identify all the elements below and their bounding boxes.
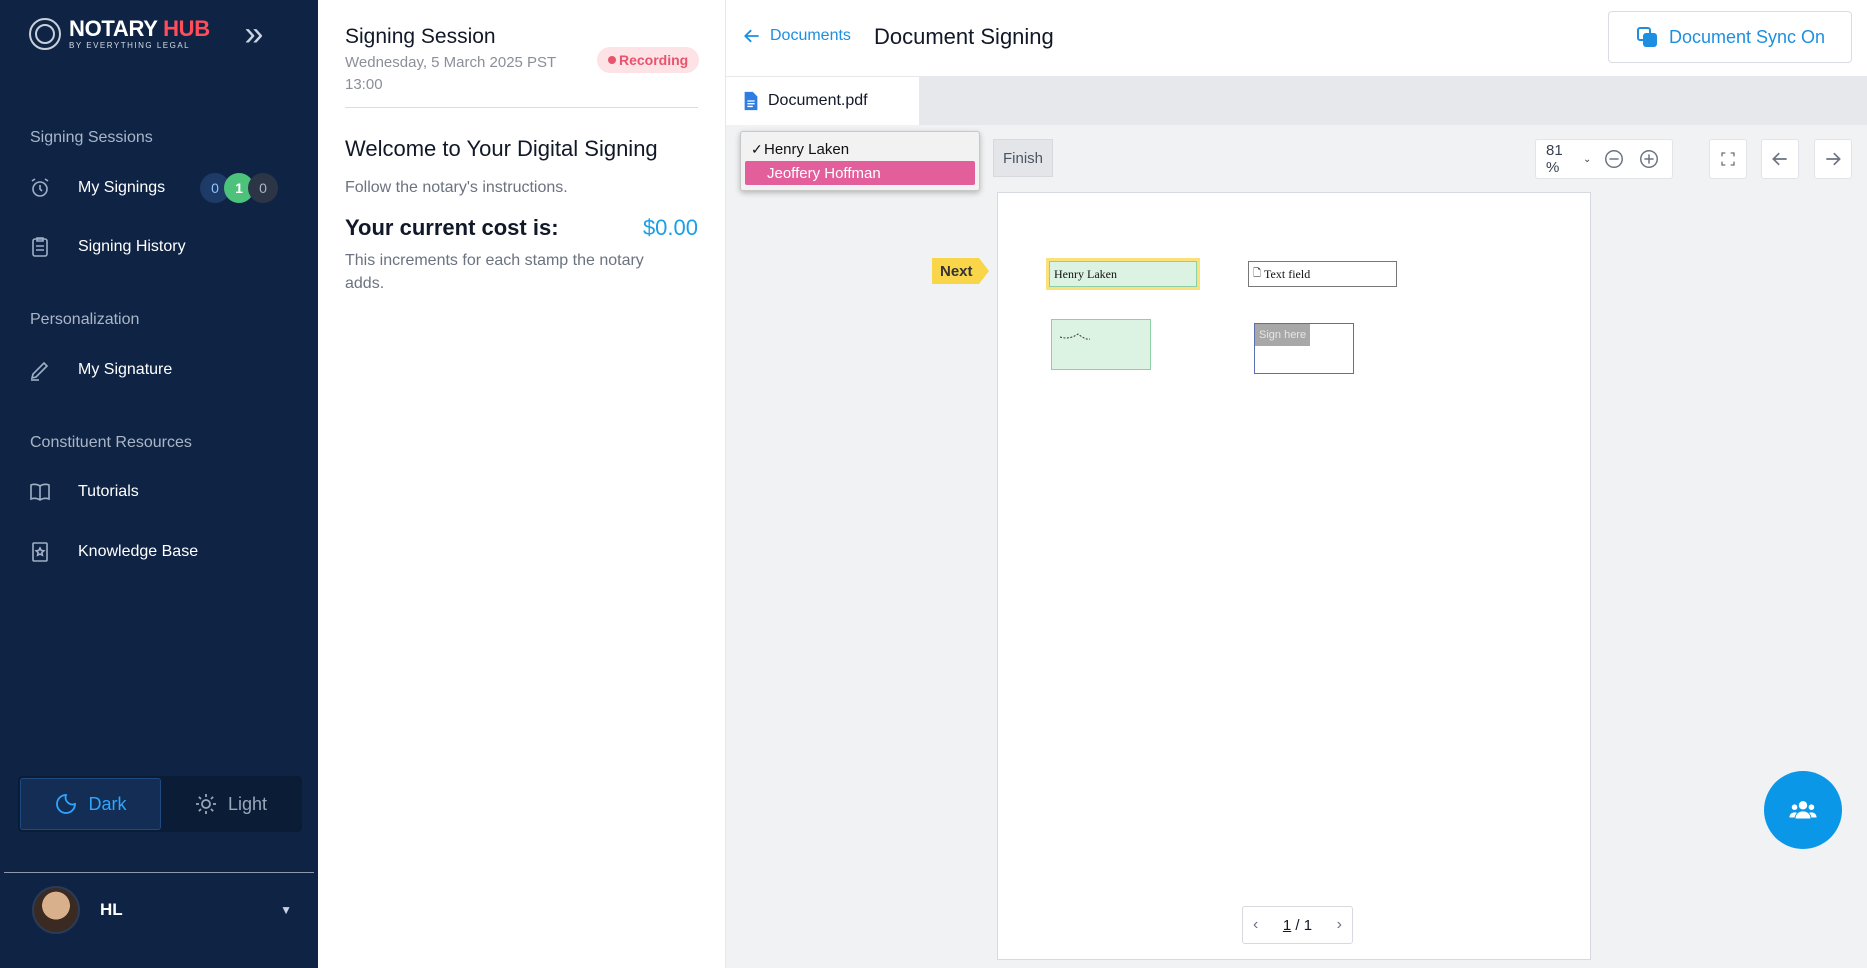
cost-value: $0.00 <box>642 215 698 240</box>
sidebar-item-knowledge-base[interactable]: Knowledge Base <box>28 532 298 572</box>
participants-fab-button[interactable] <box>1764 771 1842 849</box>
alarm-clock-icon <box>31 178 49 197</box>
document-tabbar: Document.pdf <box>726 77 1867 125</box>
sidebar-item-tutorials[interactable]: Tutorials <box>28 472 298 512</box>
signing-counts: 0 1 0 <box>200 173 278 203</box>
section-label-personalization: Personalization <box>30 311 140 328</box>
zoom-in-icon[interactable] <box>1637 146 1662 172</box>
tab-document-pdf[interactable]: Document.pdf <box>726 77 919 125</box>
finish-button[interactable]: Finish <box>993 139 1053 177</box>
session-divider <box>345 107 698 108</box>
recording-badge: Recording <box>597 47 700 73</box>
text-field[interactable]: 🗋 Text field <box>1248 261 1397 287</box>
pen-icon <box>30 361 49 381</box>
notary-hub-logo[interactable]: NOTARY HUB BY EVERYTHING LEGAL <box>29 18 210 50</box>
text-field-icon: 🗋 <box>1253 267 1262 279</box>
fullscreen-icon[interactable] <box>1709 139 1747 179</box>
sun-icon <box>195 794 216 814</box>
document-page <box>997 192 1591 960</box>
checkmark-icon: ✓ <box>751 140 763 157</box>
sidebar-item-label: Signing History <box>78 238 186 255</box>
moon-icon <box>56 794 77 814</box>
bookmark-icon <box>32 542 48 562</box>
avatar <box>32 886 80 934</box>
section-label-constituent-resources: Constituent Resources <box>30 434 192 451</box>
topbar: Documents Document Signing Document Sync… <box>726 0 1867 77</box>
record-dot-icon <box>608 56 616 64</box>
next-page-arrow-icon[interactable] <box>1814 139 1852 179</box>
brand-tagline: BY EVERYTHING LEGAL <box>69 41 191 50</box>
user-initials: HL <box>100 900 123 919</box>
page-navigator: ‹ 1 / 1 › <box>1242 906 1353 944</box>
sidebar-item-my-signature[interactable]: My Signature <box>28 350 298 390</box>
sidebar-item-label: My Signings <box>78 179 166 196</box>
cost-label: Your current cost is: <box>345 215 559 240</box>
document-sync-button[interactable]: Document Sync On <box>1608 11 1852 63</box>
sidebar-divider <box>4 872 314 873</box>
people-group-icon <box>1789 801 1817 819</box>
signature-field-signed[interactable] <box>1051 319 1151 370</box>
instructions-text: Follow the notary's instructions. <box>345 179 568 196</box>
zoom-controls: 81 % ⌄ <box>1535 139 1673 179</box>
dark-theme-button[interactable]: Dark <box>20 778 161 830</box>
chevron-left-icon[interactable]: ‹ <box>1253 916 1258 934</box>
session-title: Signing Session <box>345 25 496 48</box>
file-icon <box>744 91 758 111</box>
sidebar: NOTARY HUB BY EVERYTHING LEGAL » Signing… <box>0 0 318 968</box>
next-field-button[interactable]: Next <box>932 258 988 284</box>
zoom-select[interactable]: 81 % ⌄ <box>1546 142 1591 176</box>
light-theme-button[interactable]: Light <box>161 778 300 830</box>
collapse-sidebar-icon[interactable]: » <box>238 17 270 52</box>
session-date: Wednesday, 5 March 2025 PST 13:00 <box>345 54 556 93</box>
signer-option-jeoffery-hoffman[interactable]: Jeoffery Hoffman <box>745 161 975 185</box>
page-title: Document Signing <box>874 24 1054 49</box>
signer-option-henry-laken[interactable]: ✓ Henry Laken <box>745 137 975 161</box>
previous-page-arrow-icon[interactable] <box>1761 139 1799 179</box>
sync-copy-icon <box>1636 27 1657 47</box>
welcome-heading: Welcome to Your Digital Signing <box>345 136 658 161</box>
arrow-left-icon <box>744 29 759 43</box>
sidebar-item-label: Tutorials <box>78 483 139 500</box>
sidebar-item-label: Knowledge Base <box>78 543 199 560</box>
document-workspace: Documents Document Signing Document Sync… <box>726 0 1867 968</box>
session-panel: Signing Session Wednesday, 5 March 2025 … <box>318 0 726 968</box>
cost-note: This increments for each stamp the notar… <box>345 252 644 292</box>
user-menu[interactable]: HL ▼ <box>32 885 292 935</box>
count-badge-completed: 0 <box>248 173 278 203</box>
name-field[interactable]: Henry Laken <box>1046 258 1200 290</box>
book-icon <box>30 483 50 501</box>
chevron-down-icon: ⌄ <box>1582 153 1592 165</box>
brand-name: NOTARY HUB <box>69 16 210 41</box>
theme-toggle: Dark Light <box>18 776 302 832</box>
sign-here-label: Sign here <box>1255 324 1310 346</box>
sidebar-item-signing-history[interactable]: Signing History <box>28 227 298 267</box>
section-label-signing-sessions: Signing Sessions <box>30 129 153 146</box>
seal-icon <box>29 18 61 50</box>
signer-dropdown[interactable]: ✓ Henry Laken Jeoffery Hoffman <box>740 131 980 191</box>
sign-here-field[interactable]: Sign here <box>1254 323 1354 374</box>
sidebar-item-label: My Signature <box>78 361 173 378</box>
zoom-out-icon[interactable] <box>1601 146 1626 172</box>
back-to-documents-link[interactable]: Documents <box>742 26 851 46</box>
signature-scribble <box>1059 333 1091 340</box>
chevron-right-icon[interactable]: › <box>1337 916 1342 934</box>
sidebar-item-my-signings[interactable]: My Signings 0 1 0 <box>28 168 298 208</box>
clipboard-icon <box>32 237 48 257</box>
page-indicator: 1 / 1 <box>1282 916 1313 934</box>
chevron-down-icon: ▼ <box>280 903 292 917</box>
